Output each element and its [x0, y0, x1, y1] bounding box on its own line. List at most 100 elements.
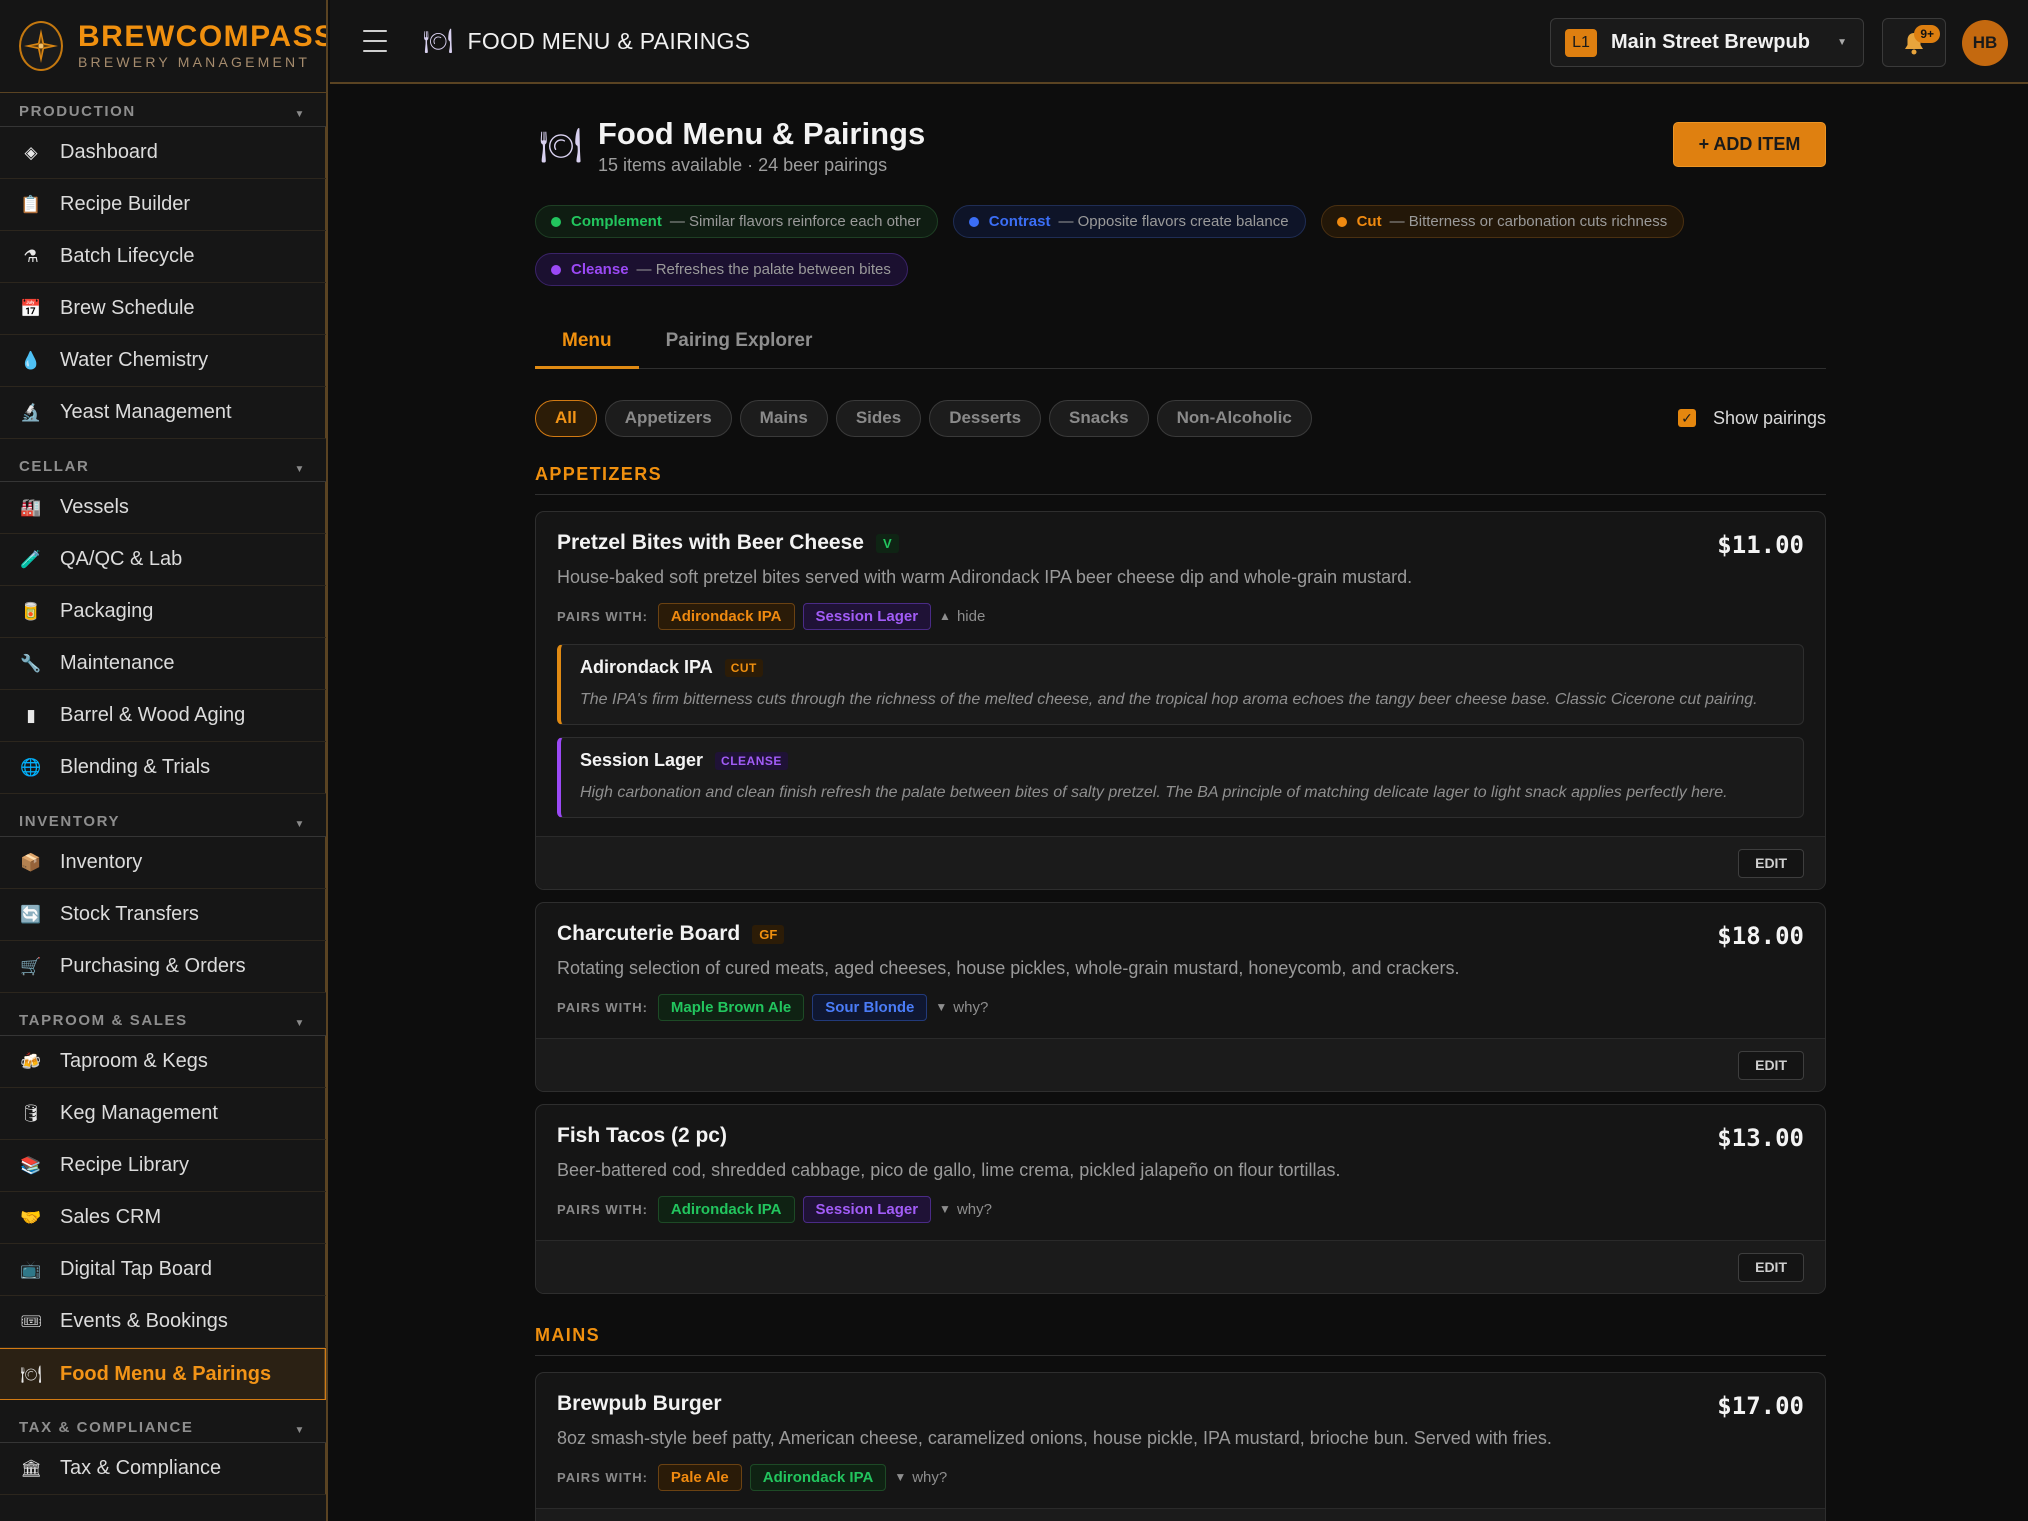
pairing-detail: Session Lager CLEANSE High carbonation and…	[557, 737, 1804, 818]
pairings-row: PAIRS WITH: Adirondack IPA Session Lager ▼ w…	[557, 1195, 1804, 1223]
beer-pairing-tag[interactable]: Adirondack IPA	[657, 602, 795, 630]
plate-icon: 🍽	[539, 127, 583, 165]
sidebar-nav: PRODUCTION ▼ ◈ Dashboard 📋 Recipe Builder ⚗ Bat…	[0, 93, 326, 1495]
pairs-with-label: PAIRS WITH:	[557, 1469, 648, 1485]
beer-pairing-tag[interactable]: Adirondack IPA	[749, 1463, 887, 1491]
sidebar-item-label: Packaging	[60, 600, 154, 622]
sidebar-item-water-chemistry[interactable]: 💧 Water Chemistry	[0, 335, 326, 387]
sidebar-item-label: Dashboard	[60, 141, 158, 163]
hamburger-menu-icon[interactable]	[363, 30, 387, 52]
flask-icon: ⚗	[23, 247, 39, 266]
sidebar-item-label: Stock Transfers	[60, 903, 199, 925]
edit-button[interactable]: EDIT	[1738, 1050, 1804, 1080]
menu-item-body: Pretzel Bites with Beer Cheese V $11.00 Hou…	[536, 512, 1825, 818]
sidebar-item-label: Tax & Compliance	[60, 1457, 222, 1479]
cart-icon: 🛒	[20, 957, 42, 976]
nav-section-header[interactable]: PRODUCTION ▼	[0, 93, 326, 127]
sidebar-item-qa-qc-lab[interactable]: 🧪 QA/QC & Lab	[0, 534, 326, 586]
filter-chip-desserts[interactable]: Desserts	[929, 399, 1042, 437]
menu-list: APPETIZERS Pretzel Bites with Beer Cheese…	[535, 464, 1826, 1521]
sidebar-item-stock-transfers[interactable]: 🔄 Stock Transfers	[0, 889, 326, 941]
sidebar-item-barrel-wood-aging[interactable]: ▮ Barrel & Wood Aging	[0, 690, 326, 742]
sidebar-item-label: Brew Schedule	[60, 297, 195, 319]
sidebar-item-blending-trials[interactable]: 🌐 Blending & Trials	[0, 742, 326, 794]
sidebar-item-batch-lifecycle[interactable]: ⚗ Batch Lifecycle	[0, 231, 326, 283]
notifications-button[interactable]: 9+	[1882, 18, 1946, 67]
sidebar-item-food-menu-pairings[interactable]: 🍽 Food Menu & Pairings	[0, 1348, 326, 1400]
books-icon: 📚	[20, 1156, 42, 1175]
menu-item-description: 8oz smash-style beef patty, American che…	[557, 1428, 1552, 1448]
nav-section-title: INVENTORY	[19, 813, 121, 830]
transfer-icon: 🔄	[20, 905, 42, 924]
sidebar-item-keg-management[interactable]: 🛢 Keg Management	[0, 1088, 326, 1140]
sidebar-item-maintenance[interactable]: 🔧 Maintenance	[0, 638, 326, 690]
beer-pairing-tag[interactable]: Session Lager	[802, 602, 932, 630]
filter-chip-sides[interactable]: Sides	[835, 399, 922, 437]
why-toggle[interactable]: ▼ why?	[935, 999, 988, 1016]
sidebar-item-purchasing-orders[interactable]: 🛒 Purchasing & Orders	[0, 941, 326, 993]
menu-item-card: Pretzel Bites with Beer Cheese V $11.00 Hou…	[535, 511, 1826, 890]
menu-item-card: Fish Tacos (2 pc) $13.00 Beer-battered cod…	[535, 1104, 1826, 1294]
filter-chip-mains[interactable]: Mains	[739, 399, 828, 437]
checkbox-checked-icon[interactable]: ✓	[1677, 409, 1696, 427]
test-tube-icon: 🧪	[20, 550, 42, 569]
sidebar-item-taproom-kegs[interactable]: 🍻 Taproom & Kegs	[0, 1036, 326, 1088]
sidebar-item-recipe-library[interactable]: 📚 Recipe Library	[0, 1140, 326, 1192]
menu-item-title: Brewpub Burger	[557, 1392, 722, 1415]
page-subtitle: 15 items available · 24 beer pairings	[598, 155, 888, 175]
diet-badge: GF	[752, 924, 785, 944]
beer-pairing-tag[interactable]: Session Lager	[802, 1195, 932, 1223]
sidebar-item-label: Batch Lifecycle	[60, 245, 195, 267]
sidebar-item-dashboard[interactable]: ◈ Dashboard	[0, 127, 326, 179]
edit-button[interactable]: EDIT	[1738, 1252, 1804, 1282]
why-toggle[interactable]: ▼ why?	[939, 1201, 992, 1218]
menu-item-description: House-baked soft pretzel bites served wi…	[557, 567, 1413, 587]
sidebar-item-label: Events & Bookings	[60, 1310, 228, 1332]
legend-complement: Complement — Similar flavors reinforce ea…	[535, 205, 938, 238]
filter-chip-all[interactable]: All	[535, 399, 597, 437]
menu-item-description: Rotating selection of cured meats, aged …	[557, 958, 1460, 978]
sidebar-item-yeast-management[interactable]: 🔬 Yeast Management	[0, 387, 326, 439]
chevron-down-icon: ▼	[1837, 37, 1847, 48]
sidebar-item-events-bookings[interactable]: 🎟 Events & Bookings	[0, 1296, 326, 1348]
menu-item-name: Fish Tacos (2 pc)	[557, 1124, 1804, 1148]
sidebar-item-label: Digital Tap Board	[60, 1258, 212, 1280]
sidebar-item-brew-schedule[interactable]: 📅 Brew Schedule	[0, 283, 326, 335]
sidebar-item-sales-crm[interactable]: 🤝 Sales CRM	[0, 1192, 326, 1244]
sidebar-item-recipe-builder[interactable]: 📋 Recipe Builder	[0, 179, 326, 231]
sidebar-item-tax-compliance[interactable]: 🏛 Tax & Compliance	[0, 1443, 326, 1495]
beer-pairing-tag[interactable]: Sour Blonde	[812, 993, 928, 1021]
pairs-with-label: PAIRS WITH:	[557, 1201, 648, 1217]
sidebar-item-inventory[interactable]: 📦 Inventory	[0, 837, 326, 889]
user-avatar[interactable]: HB	[1962, 20, 2008, 66]
show-pairings-toggle[interactable]: ✓ Show pairings	[1677, 399, 1826, 437]
filter-chip-non-alcoholic[interactable]: Non-Alcoholic	[1156, 399, 1312, 437]
filter-chip-snacks[interactable]: Snacks	[1049, 399, 1149, 437]
pairing-beer-name: Adirondack IPA	[580, 657, 713, 677]
menu-item-price: $13.00	[1717, 1124, 1804, 1152]
sidebar-item-digital-tap-board[interactable]: 📺 Digital Tap Board	[0, 1244, 326, 1296]
tab-menu[interactable]: Menu	[535, 314, 639, 369]
pairings-row: PAIRS WITH: Maple Brown Ale Sour Blonde ▼ wh…	[557, 993, 1804, 1021]
hide-toggle[interactable]: ▲ hide	[939, 608, 985, 625]
nav-section-header[interactable]: TAPROOM & SALES ▼	[0, 993, 326, 1036]
add-item-button[interactable]: + ADD ITEM	[1673, 122, 1826, 167]
location-selector[interactable]: L1 Main Street Brewpub ▼	[1550, 18, 1864, 67]
edit-button[interactable]: EDIT	[1738, 848, 1804, 878]
menu-item-body: Charcuterie Board GF $18.00 Rotating select…	[536, 903, 1825, 1021]
why-toggle[interactable]: ▼ why?	[894, 1469, 947, 1486]
tab-pairing-explorer[interactable]: Pairing Explorer	[639, 314, 840, 368]
nav-section-header[interactable]: CELLAR ▼	[0, 439, 326, 482]
toggle-label: why?	[912, 1468, 948, 1486]
beer-pairing-tag[interactable]: Maple Brown Ale	[657, 993, 805, 1021]
beer-pairing-tag[interactable]: Pale Ale	[657, 1463, 742, 1491]
sidebar-item-packaging[interactable]: 🥫 Packaging	[0, 586, 326, 638]
beer-pairing-tag[interactable]: Adirondack IPA	[657, 1195, 795, 1223]
chevron-down-icon: ▼	[294, 1018, 306, 1029]
pairings-row: PAIRS WITH: Adirondack IPA Session Lager ▲ h…	[557, 602, 1804, 630]
nav-section-header[interactable]: TAX & COMPLIANCE ▼	[0, 1400, 326, 1443]
nav-section-header[interactable]: INVENTORY ▼	[0, 794, 326, 837]
menu-item-footer: EDIT	[536, 1240, 1825, 1293]
filter-chip-appetizers[interactable]: Appetizers	[604, 399, 732, 437]
sidebar-item-vessels[interactable]: 🏭 Vessels	[0, 482, 326, 534]
